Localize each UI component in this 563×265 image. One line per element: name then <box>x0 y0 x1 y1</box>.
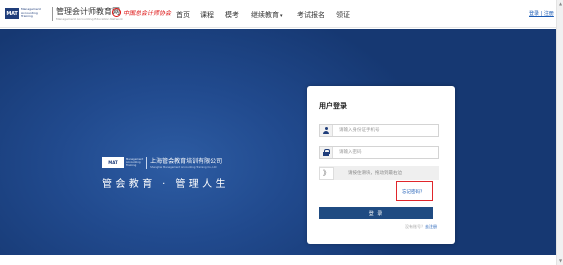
site-name[interactable]: 管理会计师教育网 <box>56 6 120 17</box>
nav-courses[interactable]: 课程 <box>200 10 214 20</box>
hero-banner: MAT Management Accounting Training 上海管会教… <box>0 29 556 255</box>
association-seal-icon <box>112 8 121 17</box>
company-name-cn: 上海管会教育培训有限公司 <box>150 158 223 165</box>
banner-divider <box>146 156 148 169</box>
user-icon <box>320 125 333 136</box>
banner-logo-text: Management Accounting Training <box>126 158 143 167</box>
password-input[interactable] <box>333 147 438 158</box>
scroll-down-icon[interactable]: ▼ <box>558 258 563 264</box>
nav-mock-exam[interactable]: 模考 <box>225 10 239 20</box>
logo-mark: MAT <box>5 8 19 19</box>
chevron-down-icon: ▾ <box>280 13 283 19</box>
login-register-link[interactable]: 登录 | 注册 <box>529 10 554 17</box>
nav-label: 继续教育 <box>251 11 279 19</box>
association-logo[interactable]: 中国总会计师协会 <box>112 8 171 17</box>
top-header: MAT Management Accounting Training 管理会计师… <box>0 0 556 28</box>
association-name: 中国总会计师协会 <box>123 10 172 17</box>
banner-logo-mark: MAT <box>102 157 124 168</box>
lock-icon <box>320 147 333 158</box>
scroll-up-icon[interactable]: ▲ <box>558 1 563 7</box>
vertical-scrollbar[interactable]: ▲ ▼ <box>556 0 563 265</box>
company-name-en: Shanghai Management Accounting Training … <box>150 166 217 169</box>
login-title: 用户登录 <box>319 102 347 110</box>
slider-hint: 请按住滑块，拖动到最右边 <box>348 171 402 176</box>
forgot-password-link[interactable]: 忘记密码？ <box>402 189 425 195</box>
nav-certificate[interactable]: 领证 <box>336 10 350 20</box>
login-card: 用户登录 》 请按住滑块，拖动到最右边 忘记密码？ 登 录 没有账号？去注册 <box>307 86 455 244</box>
logo-text: Management Accounting Training <box>21 7 41 19</box>
register-prefix: 没有账号？ <box>405 224 425 229</box>
slider-handle[interactable]: 》 <box>319 166 334 180</box>
page: MAT Management Accounting Training 管理会计师… <box>0 0 563 265</box>
banner-logo: MAT Management Accounting Training 上海管会教… <box>102 156 222 169</box>
register-row: 没有账号？去注册 <box>405 224 437 230</box>
logo-line: Training <box>21 14 33 19</box>
banner-logo-line: Training <box>126 164 137 167</box>
nav-continuing-education[interactable]: 继续教育▾ <box>251 10 283 20</box>
slider-captcha[interactable]: 》 请按住滑块，拖动到最右边 <box>319 166 439 180</box>
password-field[interactable] <box>319 146 439 159</box>
login-button[interactable]: 登 录 <box>319 207 433 219</box>
logo-divider <box>52 7 53 21</box>
company-name: 上海管会教育培训有限公司 Shanghai Management Account… <box>150 156 222 169</box>
mat-logo[interactable]: MAT Management Accounting Training <box>5 7 51 20</box>
nav-home[interactable]: 首页 <box>176 10 190 20</box>
nav-exam-registration[interactable]: 考试报名 <box>297 10 325 20</box>
phone-input[interactable] <box>333 125 438 136</box>
banner-slogan: 管会教育 · 管理人生 <box>102 179 229 190</box>
phone-field[interactable] <box>319 124 439 137</box>
register-link[interactable]: 去注册 <box>425 224 437 229</box>
site-subtitle: Management Accounting Education Network <box>56 17 123 21</box>
